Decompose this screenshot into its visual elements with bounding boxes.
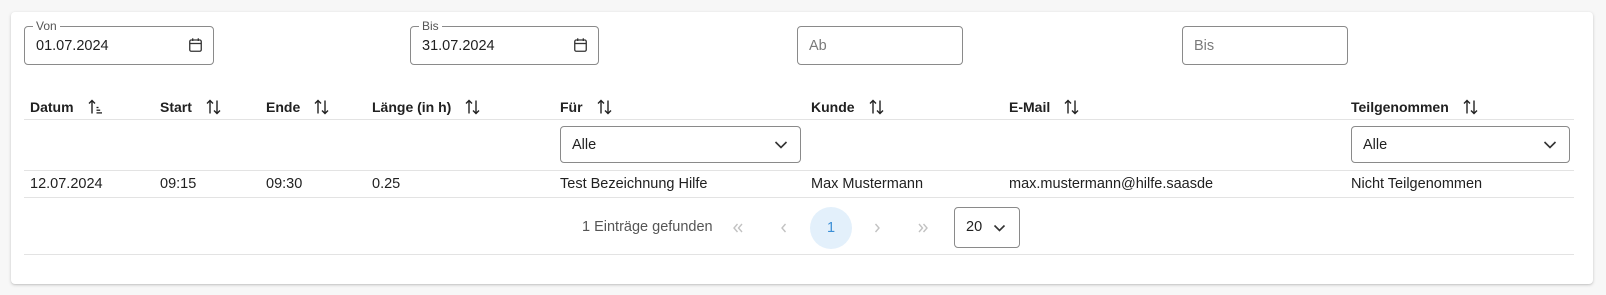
page-button-current[interactable]: 1	[810, 207, 852, 249]
row-divider	[24, 197, 1574, 198]
column-label: Ende	[266, 99, 301, 115]
column-header-start[interactable]: Start	[160, 97, 221, 117]
column-label: Für	[560, 99, 583, 115]
calendar-icon[interactable]	[189, 38, 202, 52]
chevron-down-icon	[1543, 141, 1557, 149]
fuer-filter-select[interactable]: Alle	[560, 126, 801, 163]
length-from-input[interactable]	[798, 27, 962, 64]
column-label: Länge (in h)	[372, 99, 452, 115]
date-from-field[interactable]: Von 01.07.2024	[24, 19, 214, 65]
column-label: Kunde	[811, 99, 855, 115]
sort-icon[interactable]	[597, 99, 612, 115]
date-to-field[interactable]: Bis 31.07.2024	[410, 19, 599, 65]
header-divider	[24, 119, 1574, 120]
last-page-button[interactable]	[903, 208, 943, 248]
first-page-icon	[733, 223, 743, 233]
length-from-field[interactable]	[797, 26, 963, 65]
page-size-value: 20	[966, 219, 983, 235]
cell-ende: 09:30	[266, 176, 303, 192]
date-from-label: Von	[33, 19, 60, 33]
sort-icon[interactable]	[1064, 99, 1079, 115]
sort-icon[interactable]	[465, 99, 480, 115]
column-header-datum[interactable]: Datum	[30, 97, 103, 117]
sort-icon[interactable]	[314, 99, 329, 115]
column-header-fuer[interactable]: Für	[560, 97, 612, 117]
column-label: E-Mail	[1009, 99, 1051, 115]
date-to-label: Bis	[419, 19, 442, 33]
date-to-value: 31.07.2024	[422, 38, 495, 54]
page-size-select[interactable]: 20	[954, 207, 1020, 248]
calendar-icon[interactable]	[574, 38, 587, 52]
date-from-value: 01.07.2024	[36, 38, 109, 54]
cell-fuer: Test Bezeichnung Hilfe	[560, 176, 708, 192]
column-label: Start	[160, 99, 192, 115]
next-page-button[interactable]	[857, 208, 897, 248]
length-to-field[interactable]	[1182, 26, 1348, 65]
result-count: 1 Einträge gefunden	[582, 219, 713, 235]
chevron-down-icon	[993, 224, 1006, 232]
column-label: Datum	[30, 99, 74, 115]
sort-icon[interactable]	[869, 99, 884, 115]
column-header-teilgenommen[interactable]: Teilgenommen	[1351, 97, 1478, 117]
next-page-icon	[874, 223, 880, 233]
cell-laenge: 0.25	[372, 176, 401, 192]
filter-row-divider	[24, 170, 1574, 171]
footer-divider	[24, 254, 1574, 255]
column-header-laenge[interactable]: Länge (in h)	[372, 97, 480, 117]
column-header-kunde[interactable]: Kunde	[811, 97, 884, 117]
chevron-down-icon	[774, 141, 788, 149]
sort-ascending-icon[interactable]	[88, 99, 103, 115]
first-page-button[interactable]	[718, 208, 758, 248]
last-page-icon	[918, 223, 928, 233]
column-header-ende[interactable]: Ende	[266, 97, 329, 117]
previous-page-icon	[781, 223, 787, 233]
cell-start: 09:15	[160, 176, 197, 192]
column-header-email[interactable]: E-Mail	[1009, 97, 1079, 117]
cell-datum: 12.07.2024	[30, 176, 103, 192]
previous-page-button[interactable]	[764, 208, 804, 248]
sort-icon[interactable]	[1463, 99, 1478, 115]
cell-email: max.mustermann@hilfe.saasde	[1009, 176, 1214, 192]
teilgenommen-filter-select[interactable]: Alle	[1351, 126, 1570, 163]
teilgenommen-filter-value: Alle	[1363, 137, 1388, 153]
column-label: Teilgenommen	[1351, 99, 1449, 115]
cell-kunde: Max Mustermann	[811, 176, 924, 192]
length-to-input[interactable]	[1183, 27, 1347, 64]
fuer-filter-value: Alle	[572, 137, 597, 153]
sort-icon[interactable]	[206, 99, 221, 115]
cell-teilgenommen: Nicht Teilgenommen	[1351, 176, 1483, 192]
